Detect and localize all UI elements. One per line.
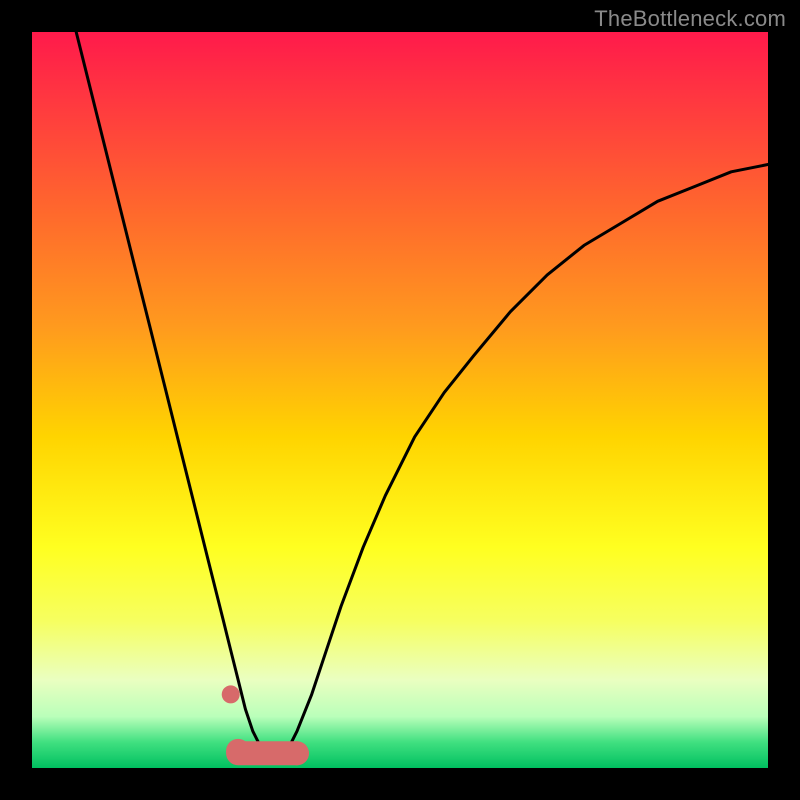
chart-background-gradient: [32, 32, 768, 768]
watermark-text: TheBottleneck.com: [594, 6, 786, 32]
chart-plot-area: [32, 32, 768, 768]
optimal-band-cap-icon: [285, 741, 309, 765]
optimal-band-cap-icon: [226, 739, 250, 763]
chart-frame: TheBottleneck.com: [0, 0, 800, 800]
optimal-dot-icon: [222, 685, 240, 703]
chart-svg: [32, 32, 768, 768]
